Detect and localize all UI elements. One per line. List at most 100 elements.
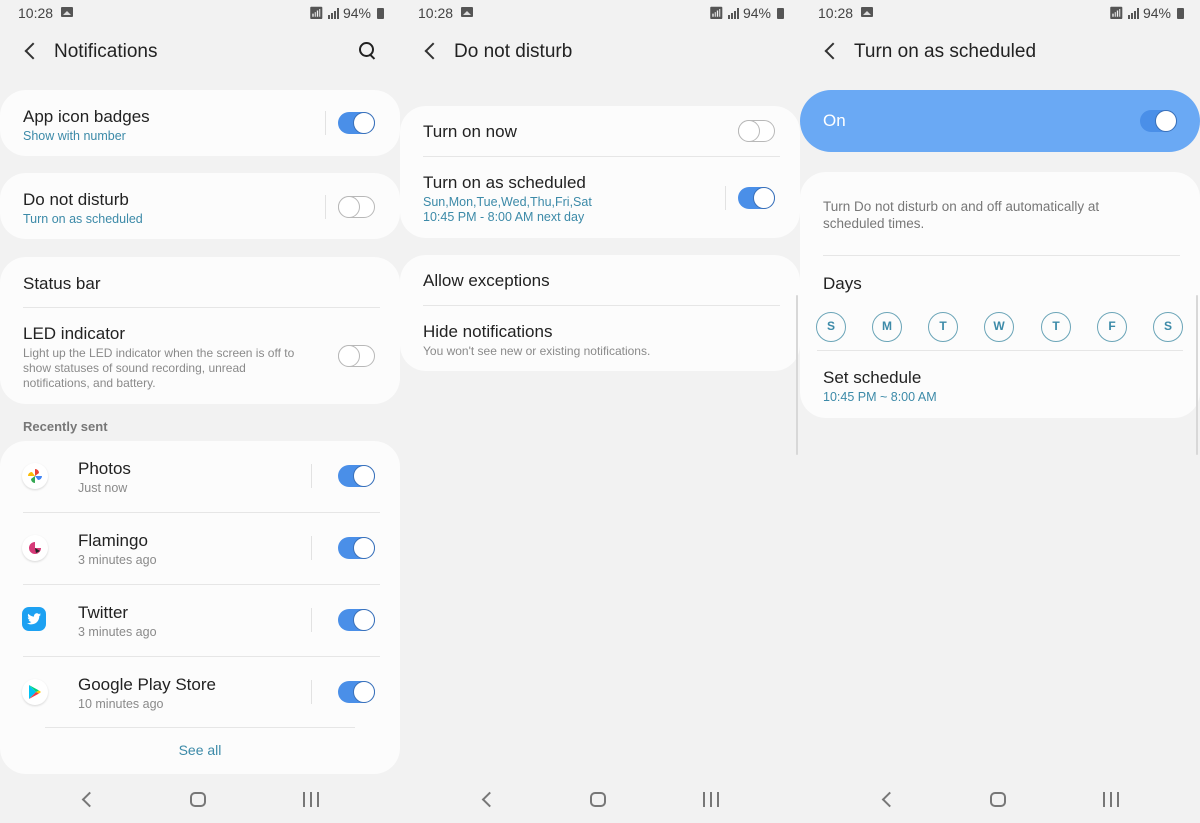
app-row-flamingo[interactable]: Flamingo 3 minutes ago xyxy=(0,513,400,585)
back-button[interactable] xyxy=(22,40,40,62)
status-bar: 10:28 📶︎ 94% xyxy=(0,0,400,26)
gallery-notification-icon xyxy=(861,7,873,17)
led-indicator-title: LED indicator xyxy=(23,324,126,343)
status-led-card: Status bar LED indicator Light up the LE… xyxy=(0,257,400,404)
status-time: 10:28 xyxy=(418,5,454,21)
status-bar: 10:28 📶︎ 94% xyxy=(800,0,1200,26)
nav-home-button[interactable] xyxy=(990,792,1006,807)
master-switch-bar[interactable]: On xyxy=(800,90,1200,152)
set-schedule-row[interactable]: Set schedule 10:45 PM ~ 8:00 AM xyxy=(800,351,1200,418)
gallery-notification-icon xyxy=(461,7,473,17)
allow-exceptions-row[interactable]: Allow exceptions xyxy=(400,255,800,305)
back-button[interactable] xyxy=(422,40,440,62)
nav-recents-button[interactable] xyxy=(1103,792,1119,807)
nav-home-button[interactable] xyxy=(590,792,606,807)
allow-exceptions-title: Allow exceptions xyxy=(423,271,550,290)
turn-on-now-toggle[interactable] xyxy=(737,119,775,142)
turn-on-now-row[interactable]: Turn on now xyxy=(400,106,800,156)
flamingo-toggle[interactable] xyxy=(338,537,375,559)
nav-recents-button[interactable] xyxy=(703,792,719,807)
twitter-icon xyxy=(22,607,46,631)
do-not-disturb-screen: 10:28 📶︎ 94% Do not disturb Turn on now … xyxy=(400,0,800,823)
recently-sent-label: Recently sent xyxy=(23,419,108,434)
day-toggle[interactable]: S xyxy=(1153,312,1183,342)
separator xyxy=(325,195,326,219)
app-row-photos[interactable]: Photos Just now xyxy=(0,441,400,513)
app-icon-badges-subtitle: Show with number xyxy=(23,129,126,143)
app-icon-badges-toggle[interactable] xyxy=(338,112,375,134)
day-toggle[interactable]: T xyxy=(1041,312,1071,342)
battery-icon xyxy=(777,7,784,19)
schedule-description: Turn Do not disturb on and off automatic… xyxy=(823,199,1100,231)
app-name: Google Play Store xyxy=(78,675,216,694)
battery-icon xyxy=(1177,7,1184,19)
turn-on-scheduled-toggle[interactable] xyxy=(738,187,775,209)
status-bar: 10:28 📶︎ 94% xyxy=(400,0,800,26)
nav-home-button[interactable] xyxy=(190,792,206,807)
page-title: Notifications xyxy=(54,41,158,62)
app-name: Twitter xyxy=(78,603,129,622)
edge-handle xyxy=(1196,295,1198,455)
page-title: Turn on as scheduled xyxy=(854,41,1037,62)
nav-bar xyxy=(800,775,1200,823)
play-store-toggle[interactable] xyxy=(338,681,375,703)
search-icon[interactable] xyxy=(358,41,378,61)
turn-on-now-title: Turn on now xyxy=(423,122,517,141)
separator xyxy=(311,464,312,488)
app-bar: Do not disturb xyxy=(400,34,800,70)
nav-back-button[interactable] xyxy=(880,791,894,807)
see-all-link[interactable]: See all xyxy=(0,742,400,758)
do-not-disturb-toggle[interactable] xyxy=(337,195,375,218)
hide-notifications-description: You won't see new or existing notificati… xyxy=(423,344,651,358)
nav-back-button[interactable] xyxy=(80,791,94,807)
nav-bar xyxy=(400,775,800,823)
separator xyxy=(311,680,312,704)
page-title: Do not disturb xyxy=(454,41,573,62)
app-name: Flamingo xyxy=(78,531,148,550)
nav-back-button[interactable] xyxy=(480,791,494,807)
turn-on-scheduled-row[interactable]: Turn on as scheduled Sun,Mon,Tue,Wed,Thu… xyxy=(400,157,800,238)
twitter-toggle[interactable] xyxy=(338,609,375,631)
wifi-icon: 📶︎ xyxy=(308,6,324,20)
app-icon-badges-card[interactable]: App icon badges Show with number xyxy=(0,90,400,156)
day-toggle[interactable]: S xyxy=(816,312,846,342)
app-row-twitter[interactable]: Twitter 3 minutes ago xyxy=(0,585,400,657)
turn-on-scheduled-title: Turn on as scheduled xyxy=(423,173,586,192)
wifi-icon: 📶︎ xyxy=(1108,6,1124,20)
app-time: 3 minutes ago xyxy=(78,553,157,567)
app-name: Photos xyxy=(78,459,131,478)
back-button[interactable] xyxy=(822,40,840,62)
day-toggle[interactable]: F xyxy=(1097,312,1127,342)
day-toggle[interactable]: T xyxy=(928,312,958,342)
led-indicator-description: Light up the LED indicator when the scre… xyxy=(23,346,295,390)
battery-percent: 94% xyxy=(342,5,371,21)
do-not-disturb-subtitle: Turn on as scheduled xyxy=(23,212,143,226)
do-not-disturb-title: Do not disturb xyxy=(23,190,129,209)
dnd-toggles-card: Turn on now Turn on as scheduled Sun,Mon… xyxy=(400,106,800,238)
signal-icon xyxy=(727,7,739,19)
wifi-icon: 📶︎ xyxy=(708,6,724,20)
photos-toggle[interactable] xyxy=(338,465,375,487)
separator xyxy=(325,111,326,135)
app-time: Just now xyxy=(78,481,128,495)
led-indicator-toggle[interactable] xyxy=(337,344,375,367)
flamingo-icon xyxy=(22,535,48,561)
play-store-icon xyxy=(22,679,48,705)
app-icon-badges-title: App icon badges xyxy=(23,107,150,126)
do-not-disturb-card[interactable]: Do not disturb Turn on as scheduled xyxy=(0,173,400,239)
battery-icon xyxy=(377,7,384,19)
status-time: 10:28 xyxy=(818,5,854,21)
status-bar-item[interactable]: Status bar xyxy=(23,274,101,294)
app-row-play-store[interactable]: Google Play Store 10 minutes ago xyxy=(0,657,400,729)
hide-notifications-title: Hide notifications xyxy=(423,322,553,341)
day-toggle[interactable]: W xyxy=(984,312,1014,342)
nav-recents-button[interactable] xyxy=(303,792,319,807)
app-bar: Notifications xyxy=(0,34,400,70)
master-toggle[interactable] xyxy=(1140,110,1177,132)
day-toggle[interactable]: M xyxy=(872,312,902,342)
schedule-card: Turn Do not disturb on and off automatic… xyxy=(800,172,1200,418)
battery-percent: 94% xyxy=(1142,5,1171,21)
separator xyxy=(311,536,312,560)
hide-notifications-row[interactable]: Hide notifications You won't see new or … xyxy=(400,306,800,371)
app-time: 3 minutes ago xyxy=(78,625,157,639)
